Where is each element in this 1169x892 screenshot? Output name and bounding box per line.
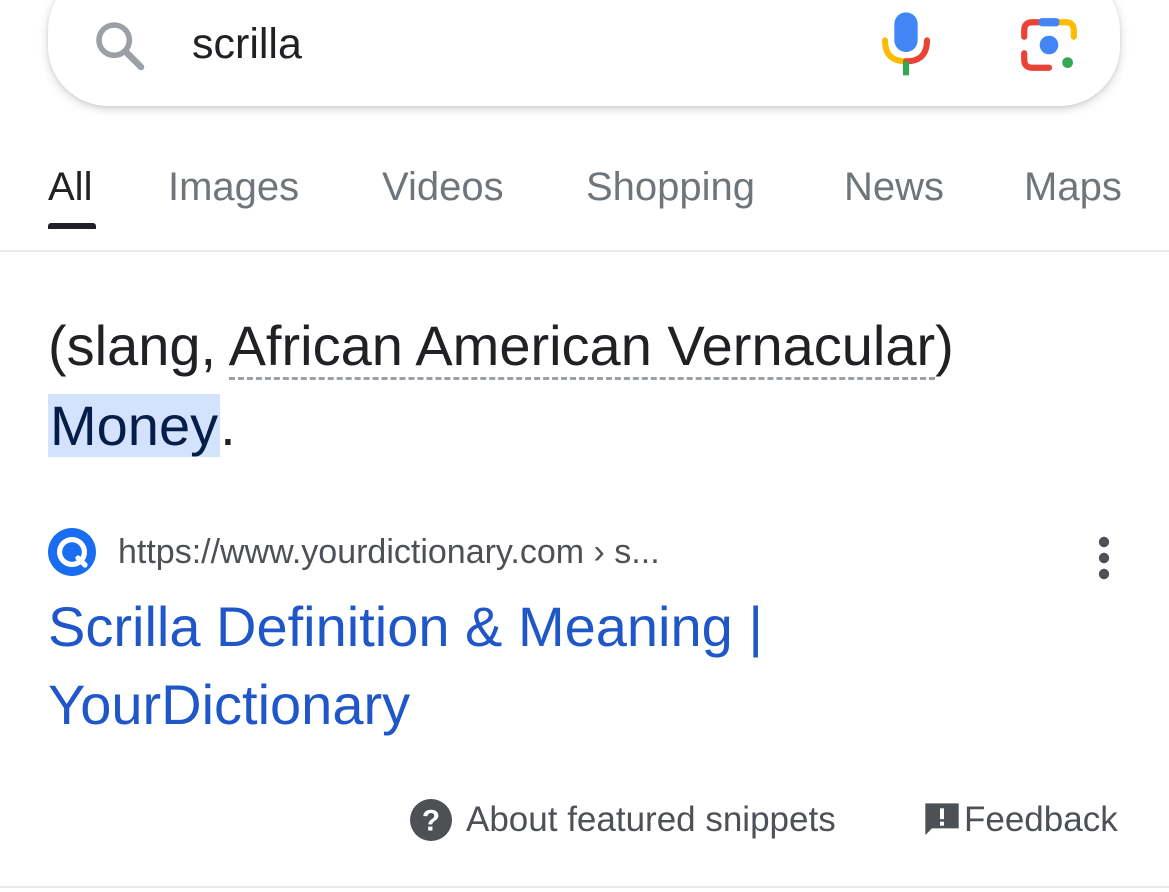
search-bar[interactable]: scrilla [48,0,1120,106]
snippet-prefix: (slang, [48,314,229,377]
search-input[interactable]: scrilla [192,16,302,72]
about-featured-snippets[interactable]: ? About featured snippets [410,796,836,844]
snippet-qualifier[interactable]: African American Vernacular [228,314,936,380]
svg-text:?: ? [422,805,440,838]
mic-icon[interactable] [878,10,934,80]
tab-maps[interactable]: Maps [1024,160,1122,214]
more-options-icon[interactable] [1088,536,1120,580]
about-label: About featured snippets [466,800,836,839]
featured-snippet: (slang, African American Vernacular) Mon… [48,306,1128,466]
snippet-answer: Money [48,394,221,457]
search-tabs: All Images Videos Shopping News Maps [48,160,1169,232]
search-icon[interactable] [92,18,148,74]
result-title-line2[interactable]: YourDictionary [48,673,410,736]
snippet-period: . [220,394,236,457]
active-tab-indicator [48,223,96,229]
tab-videos[interactable]: Videos [382,160,504,214]
feedback-icon [925,803,959,835]
lens-camera-icon[interactable] [1018,14,1080,76]
tab-all[interactable]: All [48,160,92,214]
tabs-divider [0,250,1169,252]
result-title-link[interactable]: Scrilla Definition & Meaning | YourDicti… [48,588,1048,744]
snippet-suffix: ) [935,314,954,377]
tab-news[interactable]: News [844,160,944,214]
feedback-button[interactable]: Feedback [922,796,1118,844]
result-title-line1[interactable]: Scrilla Definition & Meaning | [48,595,763,658]
tab-images[interactable]: Images [168,160,299,214]
bottom-divider [0,886,1169,888]
tab-shopping[interactable]: Shopping [586,160,755,214]
help-icon: ? [410,799,452,841]
feedback-label: Feedback [964,800,1118,839]
source-url[interactable]: https://www.yourdictionary.com › s... [118,530,660,574]
yourdictionary-favicon[interactable] [48,528,96,576]
